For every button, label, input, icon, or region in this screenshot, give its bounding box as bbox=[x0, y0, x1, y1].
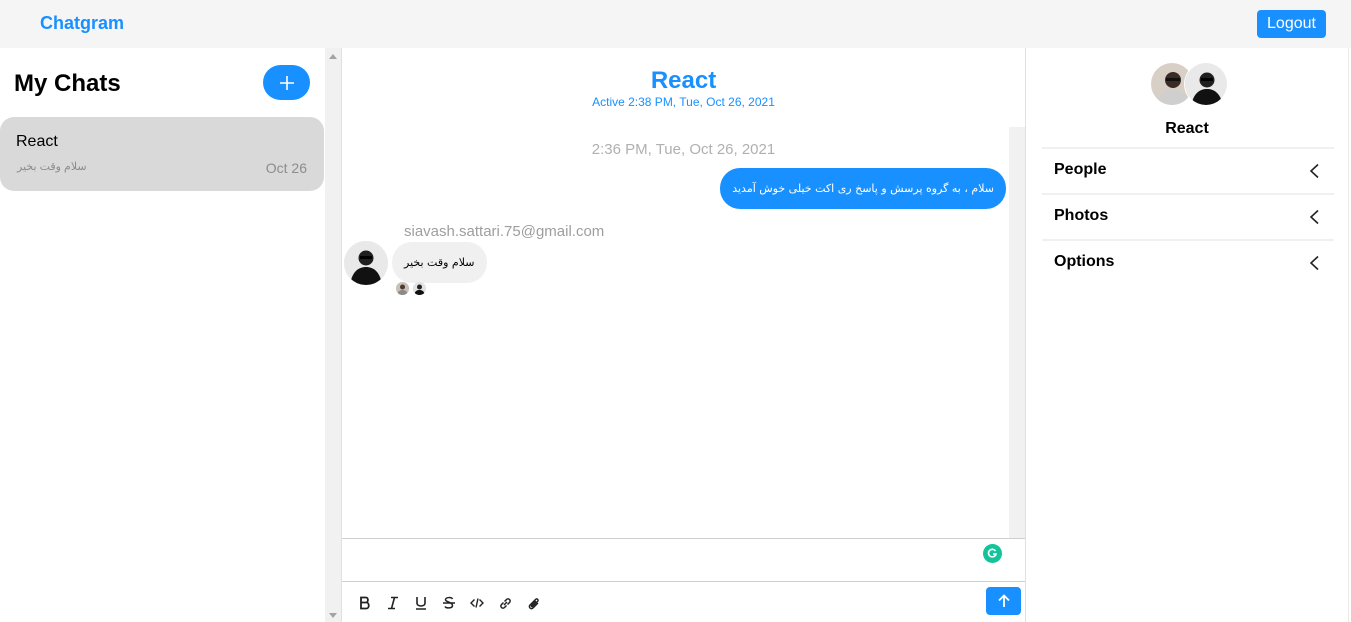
read-receipt-avatar bbox=[413, 282, 426, 295]
send-button[interactable] bbox=[986, 587, 1021, 615]
chat-list-panel: My Chats React سلام وقت بخیر Oct 26 bbox=[0, 48, 325, 622]
section-options[interactable]: Options bbox=[1042, 239, 1334, 285]
read-receipt-avatar bbox=[396, 282, 409, 295]
italic-icon[interactable] bbox=[384, 594, 402, 612]
scroll-up-arrow-icon[interactable] bbox=[329, 54, 337, 59]
chat-list-title: My Chats bbox=[14, 70, 121, 97]
chat-card-date: Oct 26 bbox=[265, 160, 307, 176]
section-label: People bbox=[1054, 161, 1107, 178]
chat-card-preview: سلام وقت بخیر bbox=[17, 161, 87, 173]
settings-chat-title: React bbox=[1165, 120, 1209, 137]
message-input[interactable] bbox=[342, 538, 1025, 582]
section-label: Photos bbox=[1054, 207, 1109, 224]
chat-list-scrollbar[interactable] bbox=[325, 48, 341, 622]
section-photos[interactable]: Photos bbox=[1042, 193, 1334, 239]
chat-settings-panel: React People Photos Options bbox=[1026, 48, 1351, 622]
scroll-down-arrow-icon[interactable] bbox=[329, 613, 337, 618]
underline-icon[interactable] bbox=[412, 594, 430, 612]
chat-feed: React Active 2:38 PM, Tue, Oct 26, 2021 … bbox=[341, 48, 1026, 622]
plus-icon bbox=[279, 75, 294, 90]
their-message-bubble: سلام وقت بخیر bbox=[392, 242, 487, 283]
section-label: Options bbox=[1054, 253, 1115, 270]
bold-icon[interactable] bbox=[356, 594, 374, 612]
sender-avatar[interactable] bbox=[344, 241, 388, 285]
message-timestamp: 2:36 PM, Tue, Oct 26, 2021 bbox=[591, 141, 776, 158]
settings-divider bbox=[1348, 48, 1349, 622]
member-avatar bbox=[1184, 62, 1228, 106]
chevron-left-icon[interactable] bbox=[1308, 163, 1320, 179]
feed-title: React bbox=[650, 67, 717, 94]
chevron-left-icon[interactable] bbox=[1308, 255, 1320, 271]
arrow-up-icon bbox=[997, 594, 1010, 607]
logout-button[interactable]: Logout bbox=[1257, 10, 1326, 38]
grammarly-icon[interactable] bbox=[983, 544, 1002, 563]
code-icon[interactable] bbox=[468, 594, 486, 612]
feed-subtitle: Active 2:38 PM, Tue, Oct 26, 2021 bbox=[592, 95, 775, 109]
my-message-bubble: سلام ، به گروه پرسش و پاسخ ری اکت خیلی خ… bbox=[720, 168, 1006, 209]
person-avatar-icon bbox=[344, 241, 388, 285]
top-navbar: Chatgram Logout bbox=[0, 0, 1351, 48]
new-chat-button[interactable] bbox=[263, 65, 310, 100]
chat-card-title: React bbox=[16, 133, 58, 150]
attachment-icon[interactable] bbox=[524, 594, 542, 612]
chat-card[interactable]: React سلام وقت بخیر Oct 26 bbox=[0, 117, 324, 191]
link-icon[interactable] bbox=[496, 594, 514, 612]
formatting-toolbar bbox=[342, 582, 1025, 622]
message-sender: siavash.sattari.75@gmail.com bbox=[404, 223, 605, 240]
brand-logo[interactable]: Chatgram bbox=[40, 13, 124, 34]
strikethrough-icon[interactable] bbox=[440, 594, 458, 612]
feed-scrollbar[interactable] bbox=[1009, 127, 1025, 539]
chat-avatars bbox=[1150, 62, 1230, 108]
chevron-left-icon[interactable] bbox=[1308, 209, 1320, 225]
section-people[interactable]: People bbox=[1042, 147, 1334, 193]
